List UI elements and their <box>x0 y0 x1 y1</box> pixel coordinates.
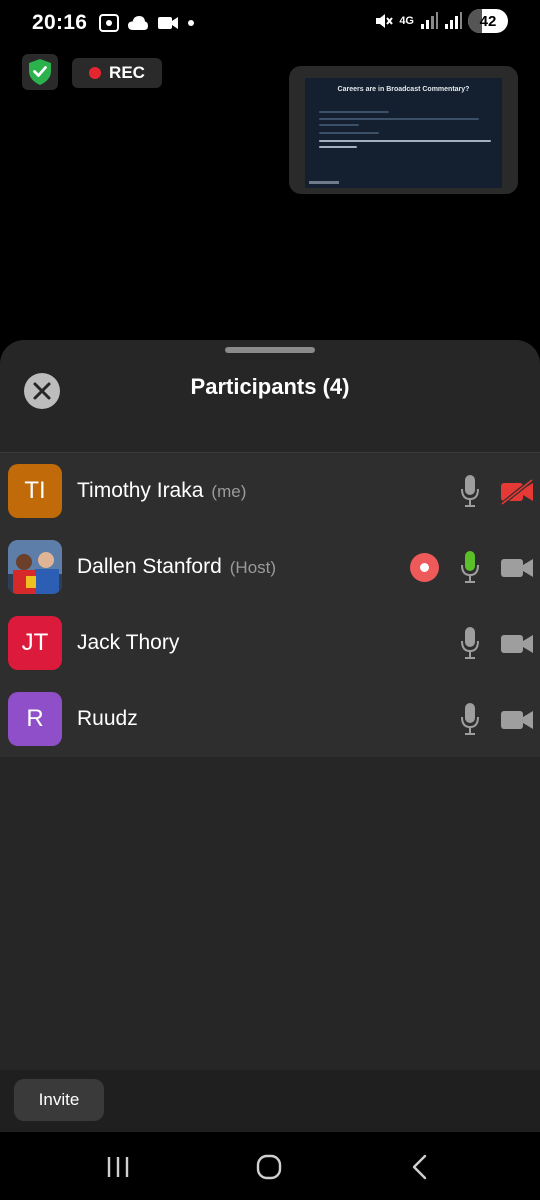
video-off-icon[interactable] <box>500 479 534 505</box>
encryption-badge[interactable] <box>22 54 58 90</box>
avatar-initials: R <box>26 705 44 732</box>
dot-icon <box>188 20 195 26</box>
status-time: 20:16 <box>32 11 88 34</box>
battery-level: 42 <box>479 12 497 30</box>
microphone-icon[interactable] <box>460 702 480 736</box>
back-icon <box>412 1154 427 1180</box>
network-type-label: 4G <box>399 14 414 27</box>
invite-button[interactable]: Invite <box>14 1079 104 1121</box>
video-camera-icon[interactable] <box>500 707 534 733</box>
recording-badge <box>410 553 439 582</box>
status-notification-icons <box>99 14 195 32</box>
avatar: JT <box>8 616 62 670</box>
record-dot-icon <box>420 563 429 572</box>
battery-indicator: 42 <box>468 9 508 33</box>
invite-bar: Invite <box>0 1070 540 1132</box>
signal-icon <box>421 12 438 29</box>
cloud-icon <box>128 16 149 30</box>
participant-row[interactable]: JT Jack Thory <box>0 605 540 681</box>
microphone-icon[interactable] <box>460 474 480 508</box>
microphone-icon[interactable] <box>460 550 480 584</box>
avatar-photo <box>8 540 62 594</box>
status-bar: 20:16 4G 42 <box>0 0 540 46</box>
participant-row[interactable]: TI Timothy Iraka (me) <box>0 453 540 529</box>
participant-row[interactable]: R Ruudz <box>0 681 540 757</box>
video-camera-icon[interactable] <box>500 555 534 581</box>
video-camera-icon[interactable] <box>500 631 534 657</box>
participant-name: Dallen Stanford <box>77 555 222 578</box>
shared-slide: Careers are in Broadcast Commentary? <box>305 78 502 188</box>
status-system-icons: 4G 42 <box>373 9 508 33</box>
avatar-initials: TI <box>24 477 46 504</box>
drag-handle[interactable] <box>225 347 315 353</box>
shield-check-icon <box>29 59 51 85</box>
participant-tag: (me) <box>211 482 247 501</box>
recents-button[interactable] <box>98 1152 138 1182</box>
video-camera-icon <box>158 17 179 29</box>
avatar <box>8 540 62 594</box>
record-dot-icon <box>89 67 102 79</box>
home-icon <box>256 1154 282 1180</box>
recents-icon <box>107 1157 129 1177</box>
shared-screen-thumbnail[interactable]: Careers are in Broadcast Commentary? <box>289 66 518 194</box>
back-button[interactable] <box>400 1152 440 1182</box>
microphone-icon[interactable] <box>460 626 480 660</box>
home-button[interactable] <box>249 1152 289 1182</box>
participant-name: Jack Thory <box>77 631 180 654</box>
panel-title: Participants (4) <box>190 374 350 399</box>
participant-name: Ruudz <box>77 707 138 730</box>
signal-icon-2 <box>445 12 462 29</box>
mute-icon <box>376 14 394 28</box>
navigation-bar <box>0 1132 540 1200</box>
recording-label: REC <box>109 63 145 82</box>
participant-name: Timothy Iraka <box>77 479 204 502</box>
avatar: R <box>8 692 62 746</box>
screenshot-icon <box>99 14 120 32</box>
participant-list: TI Timothy Iraka (me) Dallen Stanford (H… <box>0 452 540 757</box>
participants-panel: Participants (4) TI Timothy Iraka (me) D… <box>0 340 540 1200</box>
shared-slide-title: Careers are in Broadcast Commentary? <box>337 86 470 93</box>
recording-indicator[interactable]: REC <box>72 58 162 88</box>
participant-tag: (Host) <box>229 558 277 577</box>
participant-row[interactable]: Dallen Stanford (Host) <box>0 529 540 605</box>
avatar: TI <box>8 464 62 518</box>
avatar-initials: JT <box>21 629 49 656</box>
